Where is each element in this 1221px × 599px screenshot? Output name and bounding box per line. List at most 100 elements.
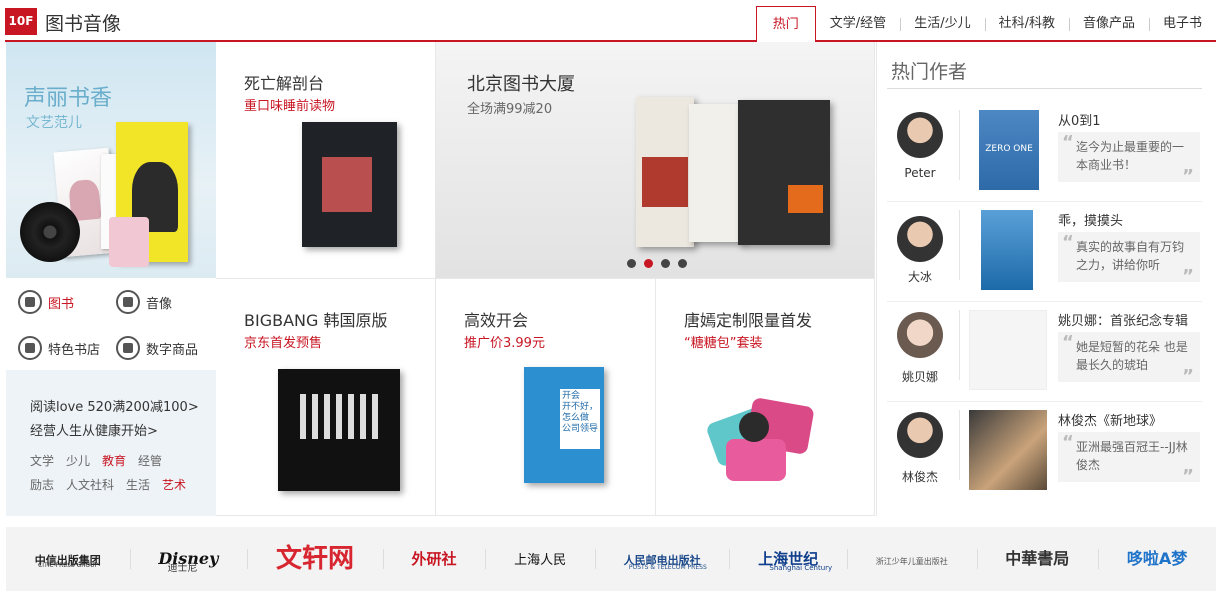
author-avatar[interactable] [897,312,943,358]
floor-header: 10F 图书音像 热门 文学/经管 生活/少儿 社科/科教 音像产品 电子书 [5,5,1216,44]
tag-link[interactable]: 经管 [138,452,162,469]
product-subtitle: 重口味睡前读物 [244,99,336,114]
category-label: 图书 [48,296,75,312]
ebook-icon [116,336,140,360]
promo-gift-image [109,217,149,267]
tab-literature[interactable]: 文学/经管 [816,6,900,42]
album-cover-image[interactable] [969,310,1047,390]
book-quote: 真实的故事自有万钧之力，讲给你听 [1058,232,1200,286]
author-name[interactable]: Peter [887,166,953,180]
brand-label: 中華書局 [1005,549,1070,568]
product-card[interactable]: 唐嫣定制限量首发 “糖糖包”套装 [656,279,875,516]
brand-label: 浙江少年儿童出版社 [875,557,948,566]
tag-link[interactable]: 励志 [30,476,54,493]
tag-link[interactable]: 艺术 [162,476,186,493]
book-cover-image [738,100,830,245]
promo-link[interactable]: 经营人生从健康开始> [30,420,158,439]
featured-title: 北京图书大厦 [467,74,575,95]
tag-row: 文学 少儿 教育 经管 [30,452,162,469]
author-name[interactable]: 大冰 [887,268,953,285]
brand-label: 上海人民 [514,553,567,568]
brand-logo-wenxuan[interactable]: 文轩网 [247,527,383,591]
tab-hot[interactable]: 热门 [755,6,816,44]
product-title: 高效开会 [464,311,529,330]
category-special-store[interactable]: 特色书店 [18,336,100,360]
category-books[interactable]: 图书 [18,290,74,314]
author-item[interactable]: Peter ZERO ONE 从0到1 迄今为止最重要的一本商业书！ [877,102,1217,202]
tag-link[interactable]: 文学 [30,452,54,469]
carousel-dot[interactable] [661,259,670,268]
author-item[interactable]: 林俊杰 林俊杰《新地球》 亚洲最强百冠王--JJ林俊杰 [877,402,1217,502]
brand-logo-citic[interactable]: 中信出版集团 CITIC PRESS GROUP [6,527,130,591]
brand-logo-shanghai-people[interactable]: 上海人民 [485,527,595,591]
tab-audio-video[interactable]: 音像产品 [1068,6,1149,42]
author-avatar[interactable] [897,216,943,262]
tag-link[interactable]: 教育 [102,452,126,469]
brand-logo-zhonghua[interactable]: 中華書局 [976,527,1099,591]
author-avatar[interactable] [897,112,943,158]
book-quote: 亚洲最强百冠王--JJ林俊杰 [1058,432,1200,486]
category-label: 数字商品 [146,342,199,358]
tag-link[interactable]: 人文社科 [66,476,114,493]
tag-link[interactable]: 生活 [126,476,150,493]
product-card[interactable]: BIGBANG 韩国原版 京东首发预售 [216,279,436,516]
category-digital[interactable]: 数字商品 [116,336,198,360]
author-name[interactable]: 林俊杰 [887,468,953,485]
product-card[interactable]: 死亡解剖台 重口味睡前读物 [216,42,436,279]
book-title[interactable]: 姚贝娜：首张纪念专辑 [1058,310,1188,329]
brand-logo-fltrp[interactable]: 外研社 [382,527,486,591]
book-title[interactable]: 乖，摸摸头 [1058,210,1123,229]
publisher-brand-bar: 中信出版集团 CITIC PRESS GROUP Disney 迪士尼 文轩网 … [6,527,1216,591]
carousel-dot[interactable] [678,259,687,268]
product-subtitle: 推广价3.99元 [464,336,545,351]
floor-title: 图书音像 [45,13,122,35]
book-cover-image[interactable] [981,210,1033,290]
tab-social-science[interactable]: 社科/科教 [984,6,1069,42]
brand-logo-shanghai-century[interactable]: 上海世纪 Shanghai Century [729,527,847,591]
cover-art [642,157,688,207]
divider [959,310,960,380]
author-item[interactable]: 姚贝娜 姚贝娜：首张纪念专辑 她是短暂的花朵 也是最长久的琥珀 [877,302,1217,402]
product-title: 唐嫣定制限量首发 [684,311,813,330]
book-cover-image: 开会 开不好， 怎么做 公司领导 [524,367,604,483]
book-cover-image [302,122,397,247]
tag-link[interactable]: 少儿 [66,452,90,469]
featured-subtitle: 全场满99减20 [467,102,553,117]
book-title[interactable]: 从0到1 [1058,110,1101,129]
brand-logo-zhejiang-children[interactable]: 浙江少年儿童出版社 [846,527,977,591]
book-cover-image [689,104,744,242]
tab-ebook[interactable]: 电子书 [1148,6,1216,42]
promo-link[interactable]: 阅读love 520满200减100> [30,396,199,415]
book-cover-image[interactable]: ZERO ONE [979,110,1039,190]
brand-label: 哆啦A梦 [1126,549,1188,568]
carousel-dots [627,259,687,268]
divider [959,210,960,280]
author-item[interactable]: 大冰 乖，摸摸头 真实的故事自有万钧之力，讲给你听 [877,202,1217,302]
vinyl-record-image [20,202,80,262]
divider [959,110,960,180]
category-audio[interactable]: 音像 [116,290,172,314]
promo-banner[interactable]: 声丽书香 文艺范儿 [6,42,216,278]
brand-label: 外研社 [411,550,457,568]
brand-logo-disney[interactable]: Disney 迪士尼 [129,527,248,591]
author-avatar[interactable] [897,412,943,458]
tab-life[interactable]: 生活/少儿 [900,6,984,42]
product-card[interactable]: 高效开会 推广价3.99元 开会 开不好， 怎么做 公司领导 [436,279,656,516]
disc-icon [116,290,140,314]
book-title[interactable]: 林俊杰《新地球》 [1058,410,1162,429]
book-icon [18,290,42,314]
featured-banner[interactable]: 北京图书大厦 全场满99减20 [436,42,875,279]
store-icon [18,336,42,360]
category-tabs: 热门 文学/经管 生活/少儿 社科/科教 音像产品 电子书 [755,6,1216,44]
brand-logo-doraemon[interactable]: 哆啦A梦 [1098,527,1216,591]
carousel-dot[interactable] [644,259,653,268]
book-quote: 她是短暂的花朵 也是最长久的琥珀 [1058,332,1200,386]
carousel-dot[interactable] [627,259,636,268]
album-cover-image[interactable] [969,410,1047,490]
brand-logo-ptpress[interactable]: 人民邮电出版社 POSTS & TELECOM PRESS [594,527,730,591]
product-grid: 死亡解剖台 重口味睡前读物 北京图书大厦 全场满99减20 BIGBANG 韩国… [216,42,875,516]
brand-sublabel: Shanghai Century [769,564,833,572]
book-cover-image [636,97,694,247]
author-name[interactable]: 姚贝娜 [887,368,953,385]
brand-sublabel: CITIC PRESS GROUP [38,562,99,569]
